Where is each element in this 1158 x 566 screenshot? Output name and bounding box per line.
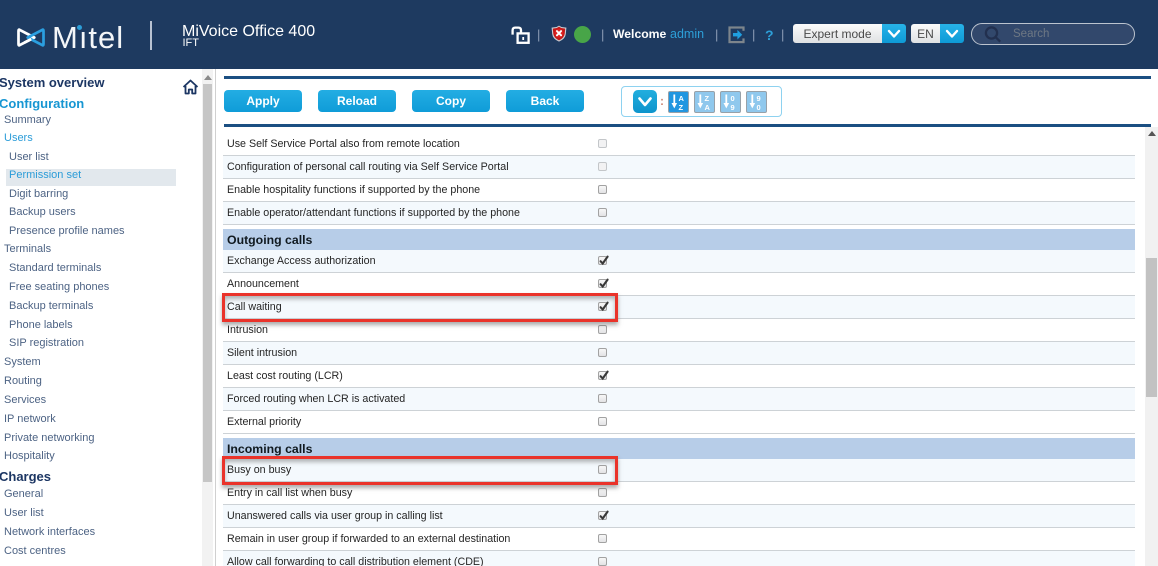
svg-text:Z: Z bbox=[704, 94, 709, 103]
svg-text:A: A bbox=[704, 103, 710, 112]
svg-text:A: A bbox=[679, 94, 685, 103]
svg-text:9: 9 bbox=[730, 103, 734, 112]
svg-text:9: 9 bbox=[756, 94, 760, 103]
svg-text:Z: Z bbox=[679, 103, 684, 112]
svg-text:0: 0 bbox=[756, 103, 760, 112]
svg-text:0: 0 bbox=[730, 94, 734, 103]
